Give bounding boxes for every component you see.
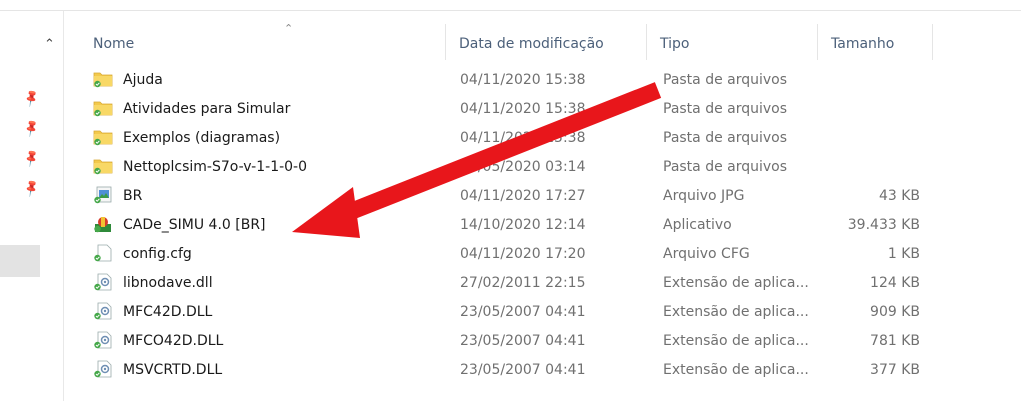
dll-file-icon (93, 331, 113, 349)
file-size: 124 KB (870, 275, 920, 291)
column-header-bar: ⌃ Nome Data de modificação Tipo Tamanho (63, 22, 1021, 62)
image-file-icon (93, 186, 113, 204)
column-header-type[interactable]: Tipo (660, 36, 689, 52)
folder-icon (93, 128, 113, 146)
file-name: libnodave.dll (123, 275, 213, 291)
file-type: Aplicativo (663, 217, 732, 233)
file-row[interactable]: MFCO42D.DLL 23/05/2007 04:41 Extensão de a… (63, 327, 1021, 356)
file-size: 377 KB (870, 362, 920, 378)
file-type: Arquivo CFG (663, 246, 750, 262)
file-row[interactable]: MFC42D.DLL 23/05/2007 04:41 Extensão de ap… (63, 298, 1021, 327)
file-type: Extensão de aplica... (663, 362, 809, 378)
file-type: Pasta de arquivos (663, 130, 788, 146)
file-date-modified: 23/05/2007 04:41 (460, 333, 586, 349)
navigation-pane: ⌃ 📌 📌 📌 📌 (0, 11, 64, 401)
file-size: 781 KB (870, 333, 920, 349)
file-name: Atividades para Simular (123, 101, 291, 117)
file-name: BR (123, 188, 143, 204)
file-type: Pasta de arquivos (663, 72, 788, 88)
file-name: CADe_SIMU 4.0 [BR] (123, 217, 266, 233)
file-size: 909 KB (870, 304, 920, 320)
file-date-modified: 04/11/2020 17:20 (460, 246, 586, 262)
scroll-up-icon[interactable]: ⌃ (44, 37, 55, 52)
column-separator[interactable] (817, 24, 818, 60)
file-size: 1 KB (887, 246, 920, 262)
file-date-modified: 14/10/2020 12:14 (460, 217, 586, 233)
file-date-modified: 27/02/2011 22:15 (460, 275, 586, 291)
column-separator[interactable] (445, 24, 446, 60)
file-row[interactable]: Atividades para Simular 04/11/2020 15:38 P… (63, 95, 1021, 124)
file-type: Extensão de aplica... (663, 304, 809, 320)
pin-icon: 📌 (21, 177, 42, 199)
file-row[interactable]: BR 04/11/2020 17:27 Arquivo JPG 43 KB (63, 182, 1021, 211)
dll-file-icon (93, 302, 113, 320)
file-date-modified: 04/11/2020 15:38 (460, 130, 586, 146)
pin-icon: 📌 (21, 147, 42, 169)
nav-selection-highlight (0, 245, 40, 277)
column-separator[interactable] (932, 24, 933, 60)
column-header-size[interactable]: Tamanho (831, 36, 894, 52)
file-date-modified: 23/05/2020 03:14 (460, 159, 586, 175)
file-row[interactable]: libnodave.dll 27/02/2011 22:15 Extensão de… (63, 269, 1021, 298)
file-date-modified: 04/11/2020 17:27 (460, 188, 586, 204)
file-name: MSVCRTD.DLL (123, 362, 223, 378)
file-name: MFCO42D.DLL (123, 333, 224, 349)
pin-icon: 📌 (21, 117, 42, 139)
file-row[interactable]: Ajuda 04/11/2020 15:38 Pasta de arquivos (63, 66, 1021, 95)
folder-icon (93, 157, 113, 175)
file-date-modified: 23/05/2007 04:41 (460, 362, 586, 378)
config-file-icon (93, 244, 113, 262)
file-type: Pasta de arquivos (663, 159, 788, 175)
folder-icon (93, 99, 113, 117)
file-date-modified: 04/11/2020 15:38 (460, 101, 586, 117)
file-date-modified: 04/11/2020 15:38 (460, 72, 586, 88)
file-date-modified: 23/05/2007 04:41 (460, 304, 586, 320)
file-row[interactable]: MSVCRTD.DLL 23/05/2007 04:41 Extensão de a… (63, 356, 1021, 385)
file-name: MFC42D.DLL (123, 304, 213, 320)
pin-icon: 📌 (21, 87, 42, 109)
file-type: Extensão de aplica... (663, 275, 809, 291)
file-type: Pasta de arquivos (663, 101, 788, 117)
file-size: 39.433 KB (847, 217, 920, 233)
dll-file-icon (93, 360, 113, 378)
file-row[interactable]: CADe_SIMU 4.0 [BR] 14/10/2020 12:14 Aplica… (63, 211, 1021, 240)
top-divider (0, 10, 1021, 11)
column-header-date[interactable]: Data de modificação (459, 36, 604, 52)
file-row[interactable]: Exemplos (diagramas) 04/11/2020 15:38 Past… (63, 124, 1021, 153)
column-separator[interactable] (646, 24, 647, 60)
file-row[interactable]: config.cfg 04/11/2020 17:20 Arquivo CFG 1 K… (63, 240, 1021, 269)
file-name: Ajuda (123, 72, 163, 88)
folder-icon (93, 70, 113, 88)
dll-file-icon (93, 273, 113, 291)
file-type: Extensão de aplica... (663, 333, 809, 349)
file-size: 43 KB (878, 188, 920, 204)
application-icon (93, 215, 113, 233)
sort-ascending-icon: ⌃ (284, 22, 294, 35)
file-name: Nettoplcsim-S7o-v-1-1-0-0 (123, 159, 308, 175)
file-name: Exemplos (diagramas) (123, 130, 281, 146)
column-header-name[interactable]: Nome (93, 36, 134, 52)
file-row[interactable]: Nettoplcsim-S7o-v-1-1-0-0 23/05/2020 03:1… (63, 153, 1021, 182)
file-name: config.cfg (123, 246, 192, 262)
file-type: Arquivo JPG (663, 188, 745, 204)
